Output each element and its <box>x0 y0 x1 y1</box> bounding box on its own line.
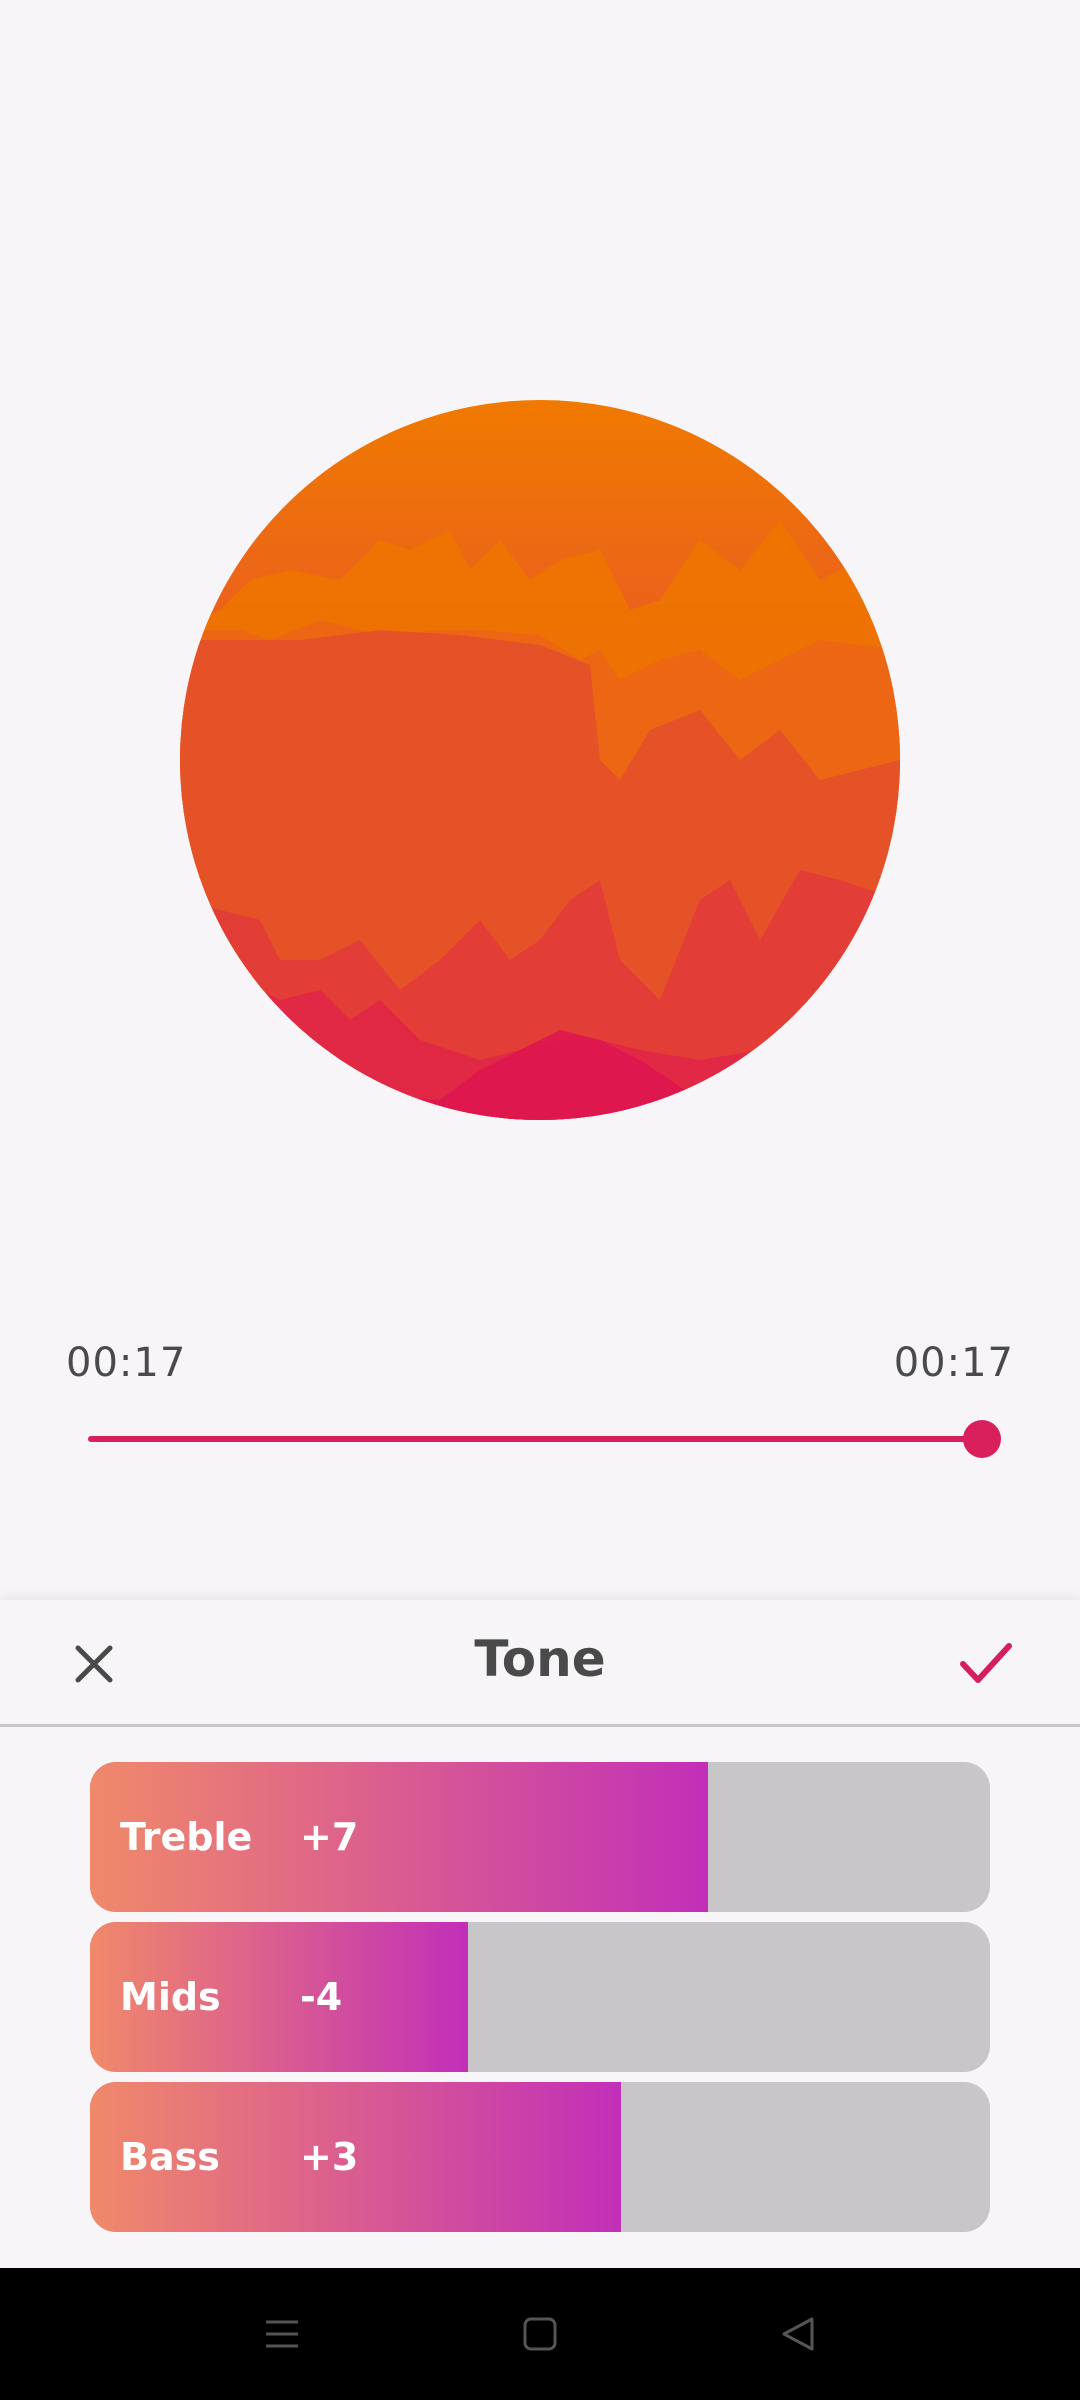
treble-value: +7 <box>300 1815 359 1859</box>
sheet-header: Tone <box>0 1600 1080 1727</box>
bass-label: Bass <box>120 2135 220 2179</box>
bass-value: +3 <box>300 2135 359 2179</box>
check-icon <box>960 1643 1012 1683</box>
nav-menu-button[interactable] <box>252 2304 312 2364</box>
current-time: 00:17 <box>66 1340 187 1386</box>
back-triangle-icon <box>782 2317 814 2351</box>
treble-slider[interactable]: Treble +7 <box>90 1762 990 1912</box>
home-square-icon <box>523 2317 557 2351</box>
mids-slider[interactable]: Mids -4 <box>90 1922 990 2072</box>
system-nav-bar <box>0 2268 1080 2400</box>
sheet-title: Tone <box>474 1630 606 1688</box>
treble-label: Treble <box>120 1815 253 1859</box>
seek-bar[interactable] <box>88 1420 1001 1458</box>
waveform-artwork <box>180 400 900 1120</box>
seek-progress <box>88 1436 982 1442</box>
nav-home-button[interactable] <box>510 2304 570 2364</box>
confirm-button[interactable] <box>956 1634 1016 1694</box>
bass-slider[interactable]: Bass +3 <box>90 2082 990 2232</box>
mids-value: -4 <box>300 1975 343 2019</box>
menu-icon <box>266 2320 298 2348</box>
total-time: 00:17 <box>893 1340 1014 1386</box>
nav-back-button[interactable] <box>768 2304 828 2364</box>
tone-sheet: Tone Treble +7 Mids -4 Bass +3 <box>0 1600 1080 2268</box>
seek-thumb[interactable] <box>963 1420 1001 1458</box>
mids-label: Mids <box>120 1975 221 2019</box>
